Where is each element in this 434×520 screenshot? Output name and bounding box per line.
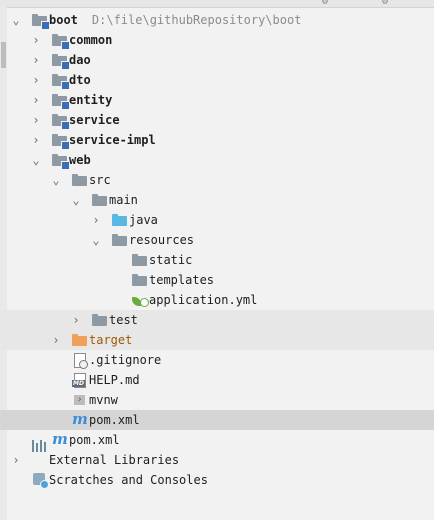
folder-icon	[92, 313, 108, 327]
tree-row-service[interactable]: › service	[0, 110, 434, 130]
settings-icon[interactable]: ⚙	[382, 0, 388, 7]
tree-row-application-yml[interactable]: application.yml	[0, 290, 434, 310]
source-folder-icon	[112, 213, 128, 227]
file-label: pom.xml	[89, 413, 140, 427]
chevron-right-icon[interactable]: ›	[30, 50, 42, 70]
tree-row-entity[interactable]: › entity	[0, 90, 434, 110]
tree-row-common[interactable]: › common	[0, 30, 434, 50]
module-folder-icon	[52, 93, 70, 110]
chevron-right-icon[interactable]: ›	[90, 210, 102, 230]
tree-row-scratches[interactable]: Scratches and Consoles	[0, 470, 434, 490]
ignored-file-icon	[72, 353, 88, 369]
chevron-right-icon[interactable]: ›	[50, 330, 62, 350]
libraries-icon	[32, 440, 48, 467]
module-folder-icon	[52, 73, 70, 90]
folder-label: resources	[129, 233, 195, 247]
folder-label: static	[149, 253, 193, 267]
module-label: web	[69, 153, 91, 167]
module-label: service	[69, 113, 120, 127]
module-folder-icon	[52, 33, 70, 50]
chevron-right-icon[interactable]: ›	[70, 310, 82, 330]
module-folder-icon	[32, 13, 50, 30]
root-path: D:\file\githubRepository\boot	[91, 13, 302, 27]
folder-label: templates	[149, 273, 215, 287]
tree-item-label: External Libraries	[49, 453, 180, 467]
spring-config-icon	[132, 293, 149, 307]
file-label: application.yml	[149, 293, 258, 307]
chevron-down-icon[interactable]: ⌄	[90, 230, 102, 250]
panel-header-strip: ⚙ ⚙	[0, 0, 434, 8]
chevron-right-icon[interactable]: ›	[30, 70, 42, 90]
resources-folder-icon	[112, 233, 128, 247]
folder-label: java	[129, 213, 158, 227]
module-label: common	[69, 33, 113, 47]
chevron-right-icon[interactable]: ›	[30, 90, 42, 110]
tree-row-boot[interactable]: ⌄ boot D:\file\githubRepository\boot	[0, 10, 434, 30]
tree-row-templates[interactable]: templates	[0, 270, 434, 290]
tree-row-service-impl[interactable]: › service-impl	[0, 130, 434, 150]
tree-row-test[interactable]: › test	[0, 310, 434, 330]
tree-item-label: Scratches and Consoles	[49, 473, 208, 487]
module-folder-icon	[52, 133, 70, 150]
tree-row-web[interactable]: ⌄ web	[0, 150, 434, 170]
module-label: dto	[69, 73, 91, 87]
chevron-down-icon[interactable]: ⌄	[30, 150, 42, 170]
module-folder-icon	[52, 53, 70, 70]
tree-row-gitignore[interactable]: .gitignore	[0, 350, 434, 370]
file-label: mvnw	[89, 393, 118, 407]
file-label: pom.xml	[69, 433, 120, 447]
file-label: .gitignore	[89, 353, 162, 367]
tree-row-dao[interactable]: › dao	[0, 50, 434, 70]
folder-icon	[132, 273, 148, 287]
excluded-folder-icon	[72, 333, 88, 347]
folder-label: target	[89, 333, 133, 347]
file-label: HELP.md	[89, 373, 140, 387]
folder-icon	[92, 193, 108, 207]
markdown-file-icon: MD	[72, 373, 88, 388]
tree-row-dto[interactable]: › dto	[0, 70, 434, 90]
chevron-right-icon[interactable]: ›	[30, 110, 42, 130]
project-tree: ⌄ boot D:\file\githubRepository\boot › co…	[0, 10, 434, 490]
folder-label: test	[109, 313, 138, 327]
module-label: entity	[69, 93, 113, 107]
terminal-icon: ›	[72, 393, 88, 407]
folder-label: main	[109, 193, 138, 207]
tree-row-java[interactable]: › java	[0, 210, 434, 230]
tree-row-resources[interactable]: ⌄ resources	[0, 230, 434, 250]
folder-icon	[132, 253, 148, 267]
maven-icon: m	[72, 410, 88, 428]
tree-row-help-md[interactable]: MD HELP.md	[0, 370, 434, 390]
module-folder-icon	[52, 153, 70, 170]
chevron-down-icon[interactable]: ⌄	[10, 10, 22, 30]
folder-icon	[72, 173, 88, 187]
tree-row-mvnw[interactable]: › mvnw	[0, 390, 434, 410]
chevron-right-icon[interactable]: ›	[10, 450, 22, 470]
chevron-right-icon[interactable]: ›	[30, 130, 42, 150]
scratches-icon	[32, 473, 49, 489]
tree-row-main[interactable]: ⌄ main	[0, 190, 434, 210]
gear-icon[interactable]: ⚙	[322, 0, 328, 7]
root-label: boot D:\file\githubRepository\boot	[49, 13, 302, 27]
tree-row-root-pom[interactable]: m pom.xml	[0, 430, 434, 450]
module-folder-icon	[52, 113, 70, 130]
tree-row-src[interactable]: ⌄ src	[0, 170, 434, 190]
folder-label: src	[89, 173, 111, 187]
module-label: service-impl	[69, 133, 156, 147]
chevron-right-icon[interactable]: ›	[30, 30, 42, 50]
tree-row-web-pom[interactable]: m pom.xml	[0, 410, 434, 430]
maven-icon: m	[52, 430, 68, 448]
tree-row-external-libraries[interactable]: › External Libraries	[0, 440, 434, 470]
chevron-down-icon[interactable]: ⌄	[50, 170, 62, 190]
tree-row-target[interactable]: › target	[0, 330, 434, 350]
tree-row-static[interactable]: static	[0, 250, 434, 270]
module-label: dao	[69, 53, 91, 67]
chevron-down-icon[interactable]: ⌄	[70, 190, 82, 210]
